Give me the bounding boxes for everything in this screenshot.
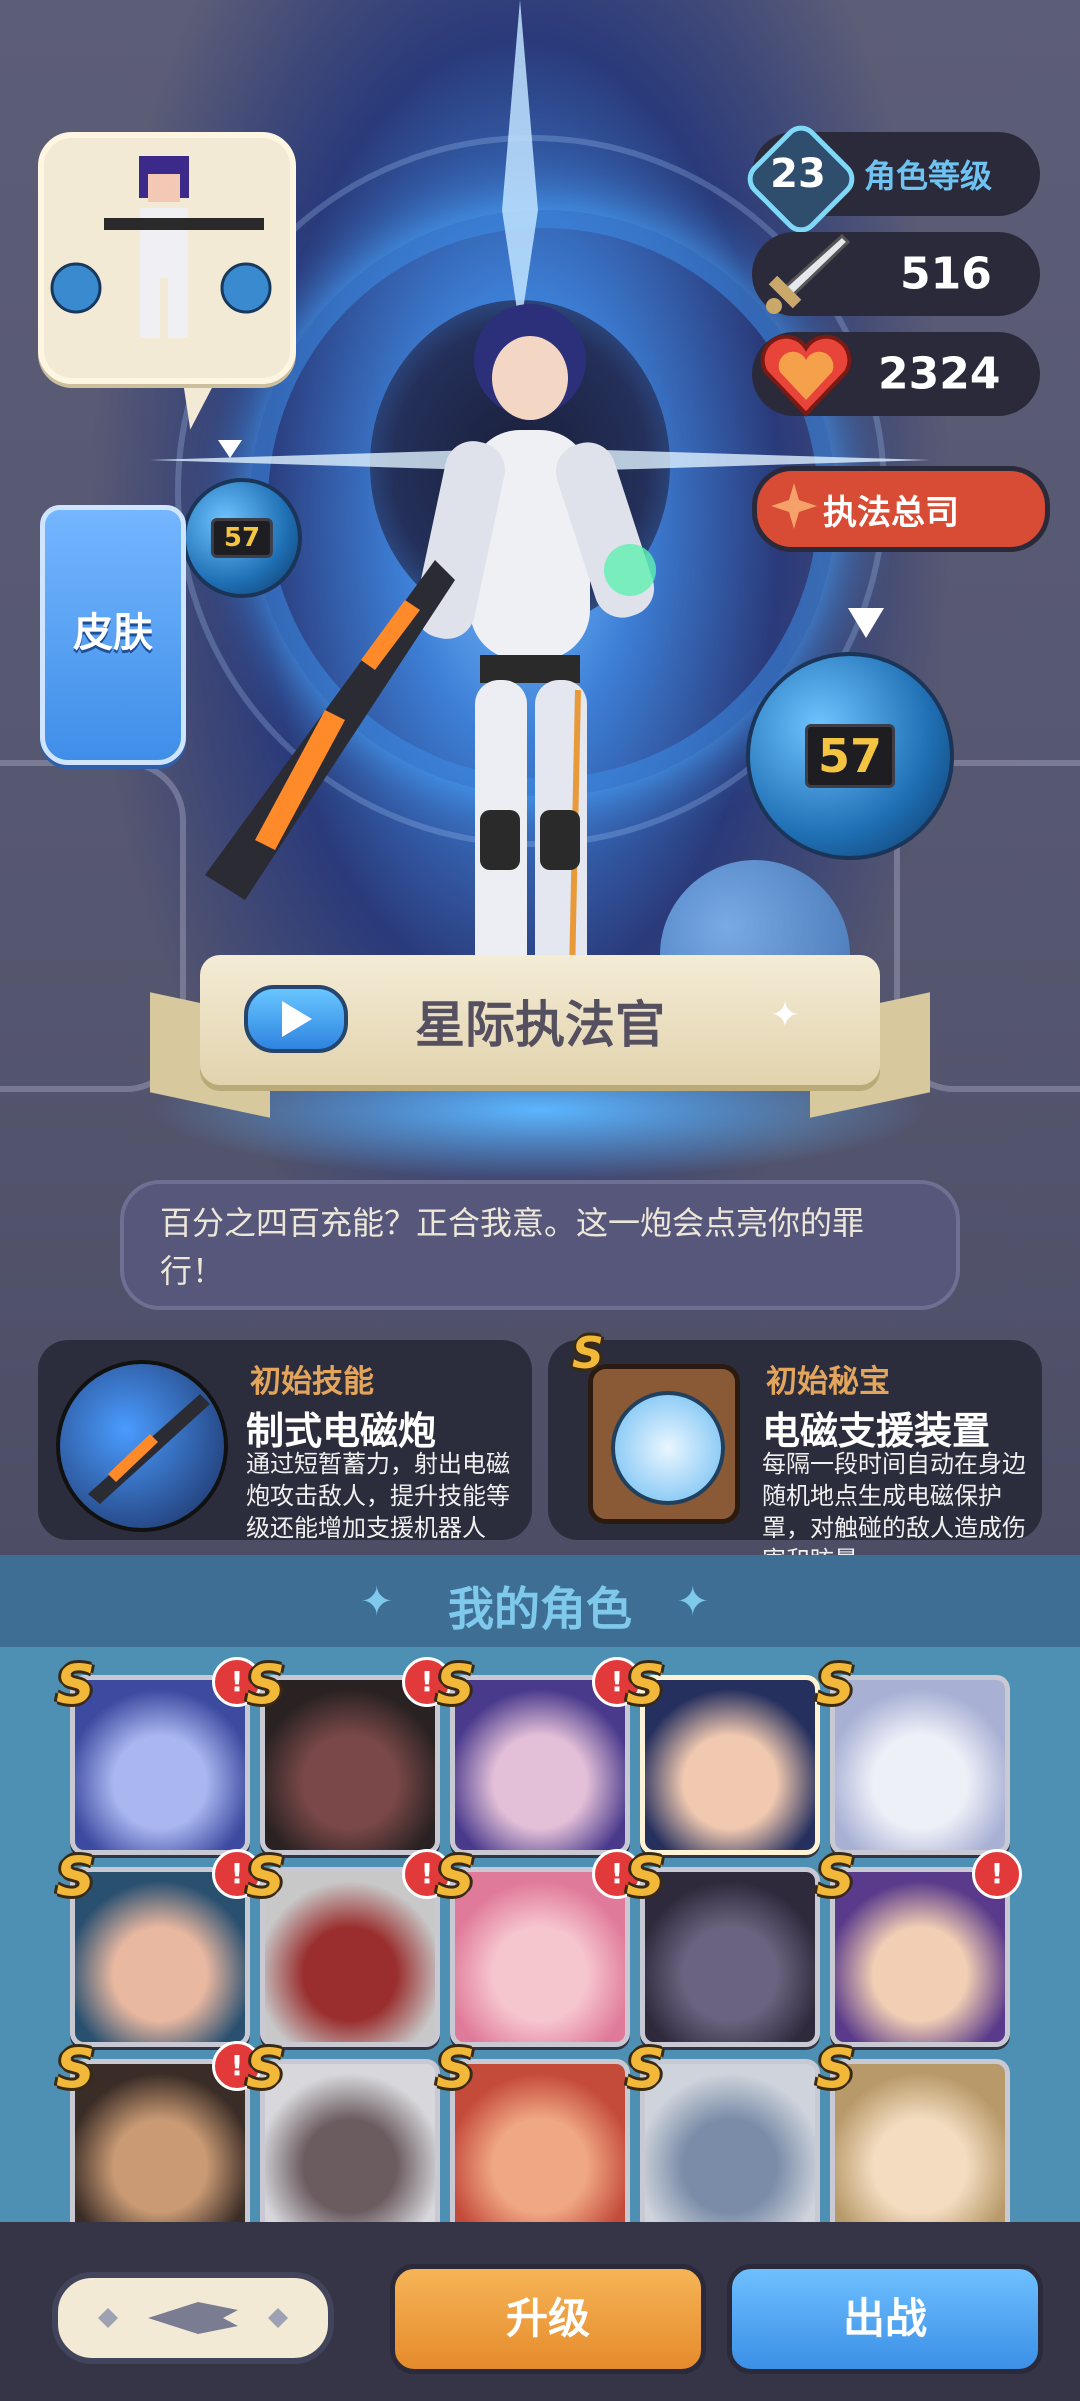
character-quote: 百分之四百充能？正合我意。这一炮会点亮你的罪行！ xyxy=(120,1180,960,1310)
skill-category: 初始技能 xyxy=(250,1364,374,1400)
level-value: 23 xyxy=(770,151,826,197)
role-card[interactable] xyxy=(640,2059,820,2222)
role-rank-badge: S xyxy=(246,1653,285,1716)
role-rank-badge: S xyxy=(436,1653,475,1716)
role-rank-badge: S xyxy=(626,2037,665,2100)
role-rank-badge: S xyxy=(816,1653,855,1716)
name-banner: 星际执法官 ✦ xyxy=(200,955,880,1085)
role-rank-badge: S xyxy=(436,2037,475,2100)
role-card[interactable] xyxy=(830,1675,1010,1855)
portal-star-icon xyxy=(502,0,538,330)
attack-value: 516 xyxy=(900,248,992,300)
role-rank-badge: S xyxy=(816,1845,855,1908)
bottom-bar: 升级 出战 xyxy=(0,2222,1080,2401)
skill-title: 制式电磁炮 xyxy=(246,1409,437,1453)
drone-large-number: 57 xyxy=(804,724,896,788)
role-rank-badge: S xyxy=(246,2037,285,2100)
treasure-rank-badge: S xyxy=(572,1328,604,1379)
initial-treasure-card[interactable]: S 初始秘宝 电磁支援装置 每隔一段时间自动在身边随机地点生成电磁保护罩，对触碰… xyxy=(548,1328,1042,1555)
upgrade-label: 升级 xyxy=(505,2294,590,2343)
pixel-character-icon xyxy=(50,156,272,338)
skill-icon xyxy=(56,1360,228,1532)
roster-grid: S! S! S! S S S! S! S! S S! S! S S S S xyxy=(0,1647,1080,2222)
role-rank-badge: S xyxy=(816,2037,855,2100)
role-rank-badge: S xyxy=(56,1653,95,1716)
heart-icon xyxy=(760,334,852,417)
deploy-button[interactable]: 出战 xyxy=(727,2264,1043,2374)
faction-badge[interactable]: 执法总司 xyxy=(752,466,1050,552)
role-rank-badge: S xyxy=(56,1845,95,1908)
treasure-title: 电磁支援装置 xyxy=(762,1409,991,1453)
role-rank-badge: S xyxy=(626,1845,665,1908)
railgun-icon xyxy=(205,560,455,900)
role-rank-badge: S xyxy=(626,1653,665,1716)
character-showcase: 57 57 皮肤 23 角色等级 516 2324 执法总司 星际执法官 ✦ 百… xyxy=(0,0,1080,1555)
level-label: 角色等级 xyxy=(864,157,993,195)
my-roles-header: 我的角色 ✦ ✦ xyxy=(0,1555,1080,1647)
health-value: 2324 xyxy=(878,348,1001,400)
skin-label: 皮肤 xyxy=(73,610,153,656)
skill-description: 通过短暂蓄力，射出电磁炮攻击敌人，提升技能等级还能增加支援机器人 xyxy=(246,1450,510,1542)
ornament-left-icon: ✦ xyxy=(360,1579,394,1625)
ornament-right-icon: ✦ xyxy=(676,1579,710,1625)
faction-label: 执法总司 xyxy=(823,493,959,533)
railgun-skill-icon xyxy=(88,1394,210,1504)
drone-large: 57 xyxy=(746,652,954,860)
role-card[interactable] xyxy=(640,1675,820,1855)
back-button[interactable] xyxy=(52,2272,334,2364)
role-rank-badge: S xyxy=(56,2037,95,2100)
role-card[interactable] xyxy=(450,2059,630,2222)
treasure-icon xyxy=(588,1364,740,1524)
ornament-back-icon xyxy=(98,2302,288,2334)
role-card[interactable] xyxy=(260,2059,440,2222)
pixel-portrait xyxy=(38,132,296,384)
role-card[interactable] xyxy=(830,2059,1010,2222)
sparkle-icon: ✦ xyxy=(769,995,800,1036)
treasure-category: 初始秘宝 xyxy=(766,1364,890,1400)
my-roles-title: 我的角色 xyxy=(448,1582,632,1636)
sword-icon xyxy=(766,233,851,314)
deploy-label: 出战 xyxy=(842,2294,927,2343)
role-rank-badge: S xyxy=(246,1845,285,1908)
skin-button[interactable]: 皮肤 xyxy=(40,505,186,765)
role-card[interactable] xyxy=(640,1867,820,2047)
shield-device-icon xyxy=(611,1391,725,1505)
pointer-small-icon xyxy=(218,440,242,458)
initial-skill-card[interactable]: 初始技能 制式电磁炮 通过短暂蓄力，射出电磁炮攻击敌人，提升技能等级还能增加支援… xyxy=(38,1340,532,1542)
role-rank-badge: S xyxy=(436,1845,475,1908)
drone-small: 57 xyxy=(182,478,302,598)
role-alert-icon: ! xyxy=(972,1849,1022,1899)
drone-small-number: 57 xyxy=(210,518,274,558)
upgrade-button[interactable]: 升级 xyxy=(390,2264,706,2374)
pointer-large-icon xyxy=(848,608,884,638)
star-emblem-icon xyxy=(771,483,817,529)
treasure-description: 每隔一段时间自动在身边随机地点生成电磁保护罩，对触碰的敌人造成伤害和眩晕 xyxy=(762,1450,1026,1555)
health-pill: 2324 xyxy=(752,332,1040,417)
attack-pill: 516 xyxy=(752,232,1040,316)
level-pill: 23 角色等级 xyxy=(740,118,1040,240)
